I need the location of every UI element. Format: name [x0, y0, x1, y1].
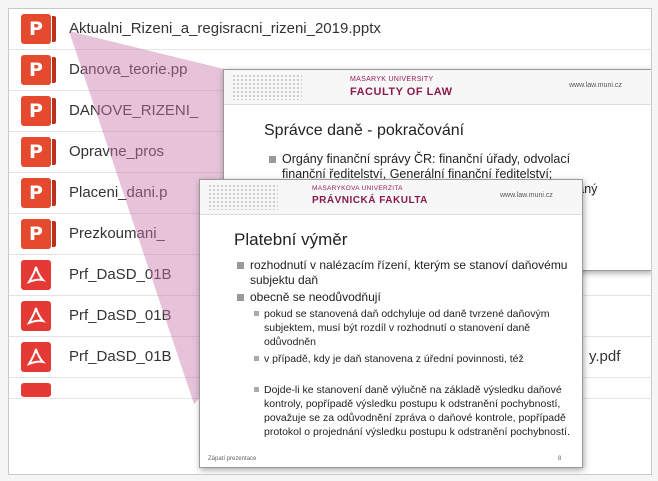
slide-bullet: Orgány finanční správy ČR: finanční úřad…	[269, 152, 642, 182]
university-name: MASARYK UNIVERSITY	[350, 76, 434, 83]
file-name: Opravne_pros	[69, 143, 165, 160]
file-name-suffix: y.pdf	[589, 348, 621, 365]
university-name: MASARYKOVA UNIVERZITA	[312, 185, 403, 192]
slide-page-number: 8	[558, 456, 562, 462]
pdf-icon	[21, 301, 51, 331]
file-name: Placeni_dani.p	[69, 184, 168, 201]
file-list: P Aktualni_Rizeni_a_regisracni_rizeni_20…	[8, 8, 652, 475]
slide-url: www.law.muni.cz	[569, 82, 622, 89]
slide-sub-bullet: Dojde-li ke stanovení daně výlučně na zá…	[254, 384, 570, 438]
powerpoint-icon: P	[21, 178, 56, 208]
slide-title: Platební výměr	[234, 230, 348, 249]
file-name: Danova_teorie.pp	[69, 61, 188, 78]
file-name: Prezkoumani_	[69, 225, 165, 242]
slide-sub-bullet: v případě, kdy je daň stanovena z úřední…	[254, 352, 564, 366]
slide-sub-bullet: pokud se stanovená daň odchyluje od daně…	[254, 307, 564, 349]
logo-pattern	[208, 184, 278, 210]
slide-preview-front: MASARYKOVA UNIVERZITA PRÁVNICKÁ FAKULTA …	[199, 179, 583, 468]
pdf-icon	[21, 383, 51, 397]
powerpoint-icon: P	[21, 55, 56, 85]
faculty-name: PRÁVNICKÁ FAKULTA	[312, 195, 428, 206]
powerpoint-icon: P	[21, 14, 56, 44]
file-row[interactable]: P Aktualni_Rizeni_a_regisracni_rizeni_20…	[9, 9, 651, 50]
slide-footer: Zápatí prezentace	[208, 456, 257, 462]
file-name: Prf_DaSD_01B	[69, 266, 172, 283]
file-name: DANOVE_RIZENI_	[69, 102, 199, 119]
slide-header: MASARYKOVA UNIVERZITA PRÁVNICKÁ FAKULTA …	[200, 180, 582, 215]
pdf-icon	[21, 260, 51, 290]
slide-header: MASARYK UNIVERSITY FACULTY OF LAW www.la…	[224, 70, 651, 105]
file-name: Aktualni_Rizeni_a_regisracni_rizeni_2019…	[69, 20, 381, 37]
file-name: Prf_DaSD_01B	[69, 348, 172, 365]
powerpoint-icon: P	[21, 137, 56, 167]
slide-url: www.law.muni.cz	[500, 192, 553, 199]
slide-bullet: obecně se neodůvodňují	[237, 290, 570, 305]
powerpoint-icon: P	[21, 219, 56, 249]
faculty-name: FACULTY OF LAW	[350, 86, 453, 98]
slide-title: Správce daně - pokračování	[264, 122, 465, 139]
slide-bullet: rozhodnutí v nalézacím řízení, kterým se…	[237, 258, 570, 288]
logo-pattern	[232, 74, 302, 100]
pdf-icon	[21, 342, 51, 372]
powerpoint-icon: P	[21, 96, 56, 126]
slide-bullet-continued: vaný	[570, 182, 598, 196]
file-name: Prf_DaSD_01B	[69, 307, 172, 324]
